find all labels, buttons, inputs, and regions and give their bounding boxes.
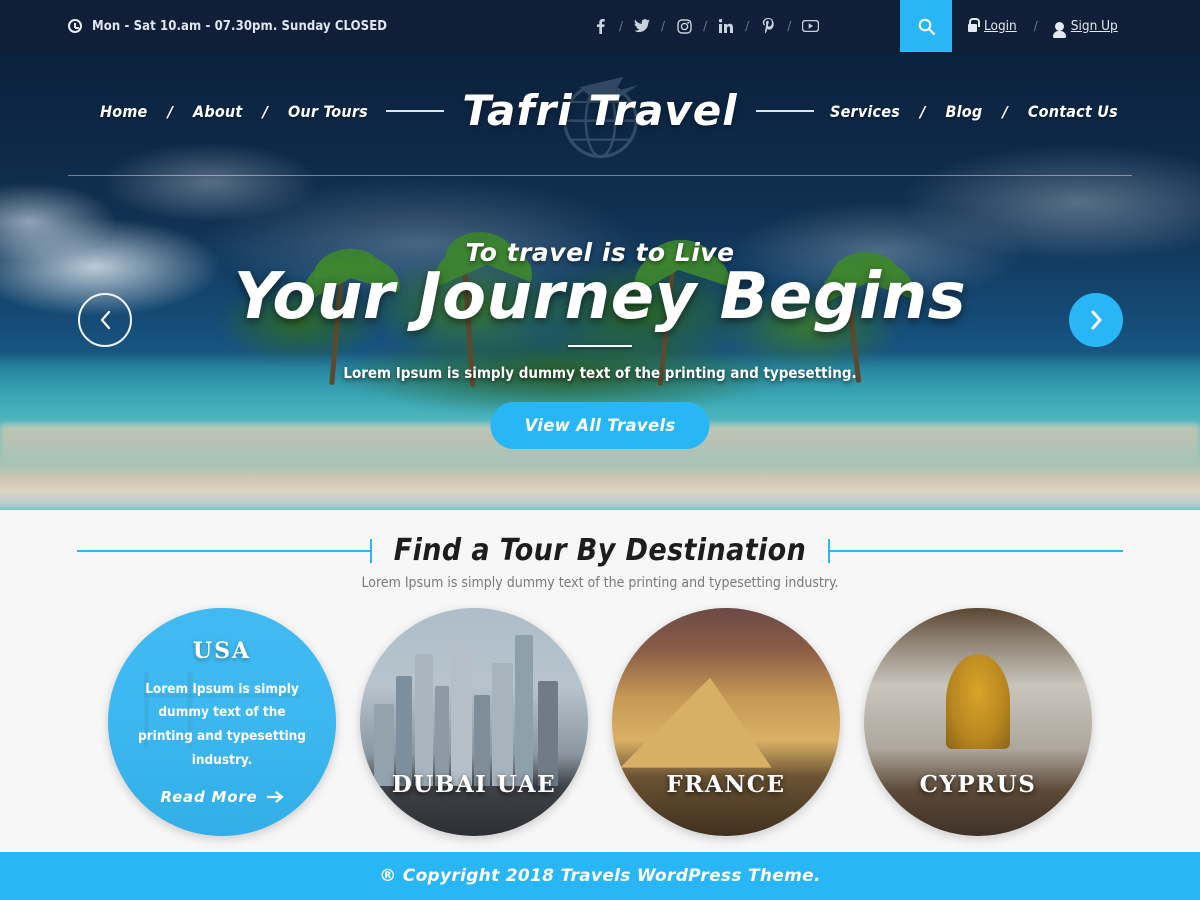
nav-separator: / — [920, 102, 926, 121]
linkedin-icon[interactable] — [716, 16, 736, 36]
search-button[interactable] — [900, 0, 952, 52]
nav-item-contact-us[interactable]: Contact Us — [1028, 102, 1118, 121]
logo-text[interactable]: Tafri Travel — [462, 90, 737, 132]
destination-label: CYPRUS — [919, 771, 1037, 798]
chevron-right-icon — [1091, 310, 1101, 330]
arrow-right-icon — [266, 791, 283, 803]
top-bar: Mon - Sat 10.am - 07.30pm. Sunday CLOSED… — [0, 0, 1200, 52]
twitter-icon[interactable] — [632, 16, 652, 36]
hero-description: Lorem Ipsum is simply dummy text of the … — [343, 364, 857, 382]
clock-icon — [68, 19, 82, 33]
destination-overlay-title: USA — [192, 637, 252, 664]
nav-item-blog[interactable]: Blog — [946, 102, 983, 121]
signup-label: Sign Up — [1070, 18, 1118, 34]
destination-card-dubai-uae[interactable]: DUBAI UAE — [360, 608, 588, 836]
signup-link[interactable]: Sign Up — [1052, 18, 1118, 38]
instagram-icon[interactable] — [674, 16, 694, 36]
destination-image-france — [612, 608, 840, 836]
hero-rule — [568, 345, 632, 347]
pinterest-icon[interactable] — [758, 16, 778, 36]
login-link[interactable]: Login — [968, 17, 1017, 34]
search-icon — [918, 18, 935, 35]
destination-label: DUBAI UAE — [391, 771, 557, 798]
opening-hours: Mon - Sat 10.am - 07.30pm. Sunday CLOSED — [68, 19, 387, 34]
facebook-icon[interactable] — [590, 16, 610, 36]
user-icon — [1052, 21, 1066, 38]
destination-cards: USA Lorem Ipsum is simply dummy text of … — [0, 608, 1200, 836]
destination-card-cyprus[interactable]: CYPRUS — [864, 608, 1092, 836]
social-separator: / — [745, 19, 750, 33]
section-line-left — [76, 538, 372, 563]
chevron-left-icon — [100, 310, 110, 330]
destination-image-cyprus — [864, 608, 1092, 836]
carousel-prev-button[interactable] — [78, 293, 132, 347]
destination-label: FRANCE — [666, 771, 786, 798]
copyright-text: ® Copyright 2018 Travels WordPress Theme… — [379, 866, 821, 886]
site-footer: ® Copyright 2018 Travels WordPress Theme… — [0, 852, 1200, 900]
social-separator: / — [787, 19, 792, 33]
read-more-link[interactable]: Read More — [160, 788, 283, 806]
destination-card-usa[interactable]: USA Lorem Ipsum is simply dummy text of … — [108, 608, 336, 836]
hero-title: Your Journey Begins — [233, 260, 967, 334]
main-navigation: Home / About / Our Tours Tafri Travel Se… — [0, 52, 1200, 172]
section-description: Lorem Ipsum is simply dummy text of the … — [361, 575, 839, 591]
section-title: Find a Tour By Destination — [393, 533, 807, 568]
destination-image-dubai — [360, 608, 588, 836]
youtube-icon[interactable] — [800, 16, 820, 36]
auth-separator: / — [1033, 19, 1038, 33]
read-more-label: Read More — [160, 788, 258, 807]
destination-overlay-usa: USA Lorem Ipsum is simply dummy text of … — [108, 608, 336, 836]
logo-dash-right — [755, 110, 814, 112]
opening-hours-text: Mon - Sat 10.am - 07.30pm. Sunday CLOSED — [92, 18, 388, 34]
hero-banner: Home / About / Our Tours Tafri Travel Se… — [0, 52, 1200, 510]
carousel-next-button[interactable] — [1069, 293, 1123, 347]
section-line-right — [828, 538, 1124, 563]
destination-card-france[interactable]: FRANCE — [612, 608, 840, 836]
auth-links: Login / Sign Up — [968, 0, 1118, 52]
destination-overlay-text: Lorem Ipsum is simply dummy text of the … — [137, 680, 307, 768]
social-separator: / — [703, 19, 708, 33]
social-separator: / — [661, 19, 666, 33]
section-header: Find a Tour By Destination — [0, 533, 1200, 568]
lock-icon — [968, 17, 980, 32]
nav-item-services[interactable]: Services — [830, 102, 900, 121]
social-separator: / — [619, 19, 624, 33]
logo-dash-left — [386, 110, 445, 112]
nav-divider — [68, 175, 1132, 176]
nav-right-group: Services / Blog / Contact Us — [830, 102, 1118, 121]
destinations-section: Find a Tour By Destination Lorem Ipsum i… — [0, 510, 1200, 852]
nav-separator: / — [1002, 102, 1008, 121]
view-all-travels-button[interactable]: View All Travels — [490, 402, 710, 449]
login-label: Login — [984, 18, 1017, 34]
social-links: / / / / / — [590, 0, 820, 52]
